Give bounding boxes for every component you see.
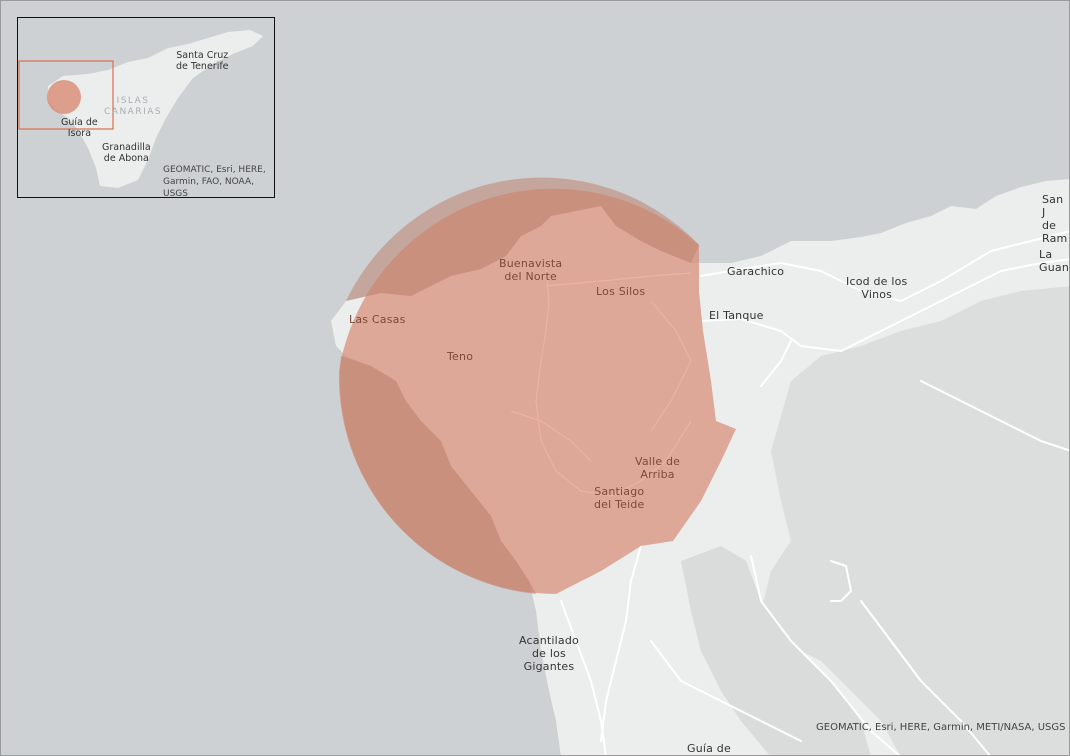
inset-place-santa-cruz: Santa Cruz de Tenerife	[176, 50, 229, 72]
place-buenavista-del-norte: Buenavista del Norte	[499, 257, 563, 283]
place-los-silos: Los Silos	[596, 285, 646, 298]
place-las-casas: Las Casas	[349, 313, 406, 326]
place-la-guancha: La Guanc	[1039, 248, 1070, 274]
place-garachico: Garachico	[727, 265, 785, 278]
place-el-tanque: El Tanque	[709, 309, 764, 322]
overview-inset-map[interactable]: Santa Cruz de Tenerife ISLAS CANARIAS Gu…	[17, 17, 275, 198]
inset-attribution: GEOMATIC, Esri, HERE, Garmin, FAO, NOAA,…	[163, 165, 266, 198]
map-view[interactable]: Garachico Icod de los Vinos El Tanque Sa…	[0, 0, 1070, 756]
inset-place-guia-de-isora: Guía de Isora	[61, 117, 98, 139]
place-teno: Teno	[447, 350, 474, 363]
inset-place-granadilla: Granadilla de Abona	[102, 142, 151, 164]
inset-region-islas-canarias: ISLAS CANARIAS	[104, 96, 163, 117]
place-santiago-del-teide: Santiago del Teide	[594, 485, 645, 511]
place-guia-de: Guía de	[687, 742, 731, 755]
place-icod-de-los-vinos: Icod de los Vinos	[846, 275, 908, 301]
map-attribution: GEOMATIC, Esri, HERE, Garmin, METI/NASA,…	[816, 722, 1066, 733]
place-acantilado-de-los-gigantes: Acantilado de los Gigantes	[519, 634, 579, 673]
place-valle-de-arriba: Valle de Arriba	[635, 455, 681, 481]
inset-buffer-area	[47, 80, 81, 114]
place-san-juan-de-la-rambla: San J de Ram	[1042, 193, 1068, 245]
